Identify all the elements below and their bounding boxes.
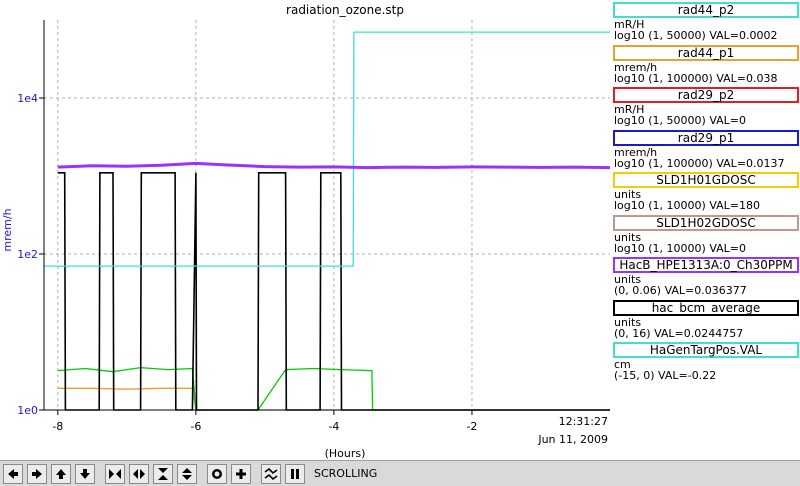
scrolling-status: SCROLLING (314, 467, 378, 480)
legend-entry-rad44-p1[interactable]: rad44_p1 mrem/h log10 (1, 100000) VAL=0.03… (612, 44, 800, 87)
legend-name[interactable]: rad29_p1 (613, 129, 799, 146)
arrow-down-icon[interactable] (75, 464, 95, 484)
legend-entry-rad29-p2[interactable]: rad29_p2 mR/H log10 (1, 50000) VAL=0 (612, 87, 800, 129)
toolbar: SCROLLING (0, 460, 800, 486)
legend-entry-sld1h02gdosc[interactable]: SLD1H02GDOSC units log10 (1, 10000) VAL=0 (612, 214, 800, 257)
pause-icon[interactable] (285, 464, 305, 484)
legend-name[interactable]: hac_bcm_average (613, 299, 799, 316)
legend-name[interactable]: rad29_p2 (613, 87, 799, 103)
legend-range: (-15, 0) VAL=-0.22 (614, 369, 717, 382)
timestamp-date: Jun 11, 2009 (537, 433, 608, 446)
series-line-hagentargpos-val (44, 31, 610, 267)
legend-range: (0, 0.06) VAL=0.036377 (614, 284, 747, 297)
timestamp-time: 12:31:27 (559, 415, 608, 428)
fit-icon[interactable] (261, 464, 281, 484)
plot-area[interactable]: radiation_ozone.stp mrem/h (Hours) 12:31… (0, 0, 612, 460)
y-tick-label: 1e4 (17, 92, 38, 105)
x-tick-label: -6 (190, 420, 201, 433)
arrow-right-icon[interactable] (27, 464, 47, 484)
zoom-out-vertical-icon[interactable] (177, 464, 197, 484)
legend-name[interactable]: rad44_p1 (613, 44, 799, 61)
legend-range: log10 (1, 100000) VAL=0.038 (614, 71, 778, 85)
legend-range: log10 (1, 50000) VAL=0.0002 (614, 29, 778, 42)
x-tick-label: -4 (328, 420, 339, 433)
y-tick-label: 1e0 (17, 404, 38, 417)
legend-entry-rad44-p2[interactable]: rad44_p2 mR/H log10 (1, 50000) VAL=0.0002 (612, 2, 800, 44)
zoom-out-horizontal-icon[interactable] (129, 464, 149, 484)
legend-name[interactable]: SLD1H01GDOSC (613, 172, 799, 188)
legend-entry-hacb-hpe1313a-0-ch30ppm[interactable]: HacB_HPE1313A:0_Ch30PPM units (0, 0.06) VA… (612, 257, 800, 299)
legend-name[interactable]: HaGenTargPos.VAL (613, 342, 799, 358)
legend-range: log10 (1, 10000) VAL=0 (614, 241, 747, 255)
y-axis-label: mrem/h (1, 208, 14, 251)
legend-entry-rad29-p1[interactable]: rad29_p1 mrem/h log10 (1, 100000) VAL=0.01… (612, 129, 800, 172)
legend-name[interactable]: rad44_p2 (613, 2, 799, 18)
crosshair-icon[interactable] (231, 464, 251, 484)
legend-range: log10 (1, 100000) VAL=0.0137 (614, 156, 785, 170)
legend-name[interactable]: HacB_HPE1313A:0_Ch30PPM (613, 257, 799, 273)
chart-title: radiation_ozone.stp (286, 3, 404, 17)
legend-entry-hac-bcm-average[interactable]: hac_bcm_average units (0, 16) VAL=0.024475… (612, 299, 800, 342)
chart-canvas[interactable]: radiation_ozone.stp mrem/h (Hours) 12:31… (0, 0, 612, 460)
legend-entry-sld1h01gdosc[interactable]: SLD1H01GDOSC units log10 (1, 10000) VAL=18… (612, 172, 800, 214)
x-axis-label: (Hours) (325, 447, 366, 460)
legend-name[interactable]: SLD1H02GDOSC (613, 214, 799, 231)
legend-panel: rad44_p2 mR/H log10 (1, 50000) VAL=0.0002 r… (612, 0, 800, 460)
center-icon[interactable] (207, 464, 227, 484)
zoom-in-vertical-icon[interactable] (153, 464, 173, 484)
x-tick-label: -8 (52, 420, 63, 433)
legend-range: log10 (1, 10000) VAL=180 (614, 199, 761, 212)
arrow-left-icon[interactable] (3, 464, 23, 484)
zoom-in-horizontal-icon[interactable] (105, 464, 125, 484)
y-tick-label: 1e2 (17, 248, 38, 261)
legend-entry-hagentargpos-val[interactable]: HaGenTargPos.VAL cm (-15, 0) VAL=-0.22 (612, 342, 800, 384)
legend-range: log10 (1, 50000) VAL=0 (614, 114, 747, 127)
arrow-up-icon[interactable] (51, 464, 71, 484)
x-tick-label: -2 (466, 420, 477, 433)
legend-range: (0, 16) VAL=0.0244757 (614, 326, 744, 340)
